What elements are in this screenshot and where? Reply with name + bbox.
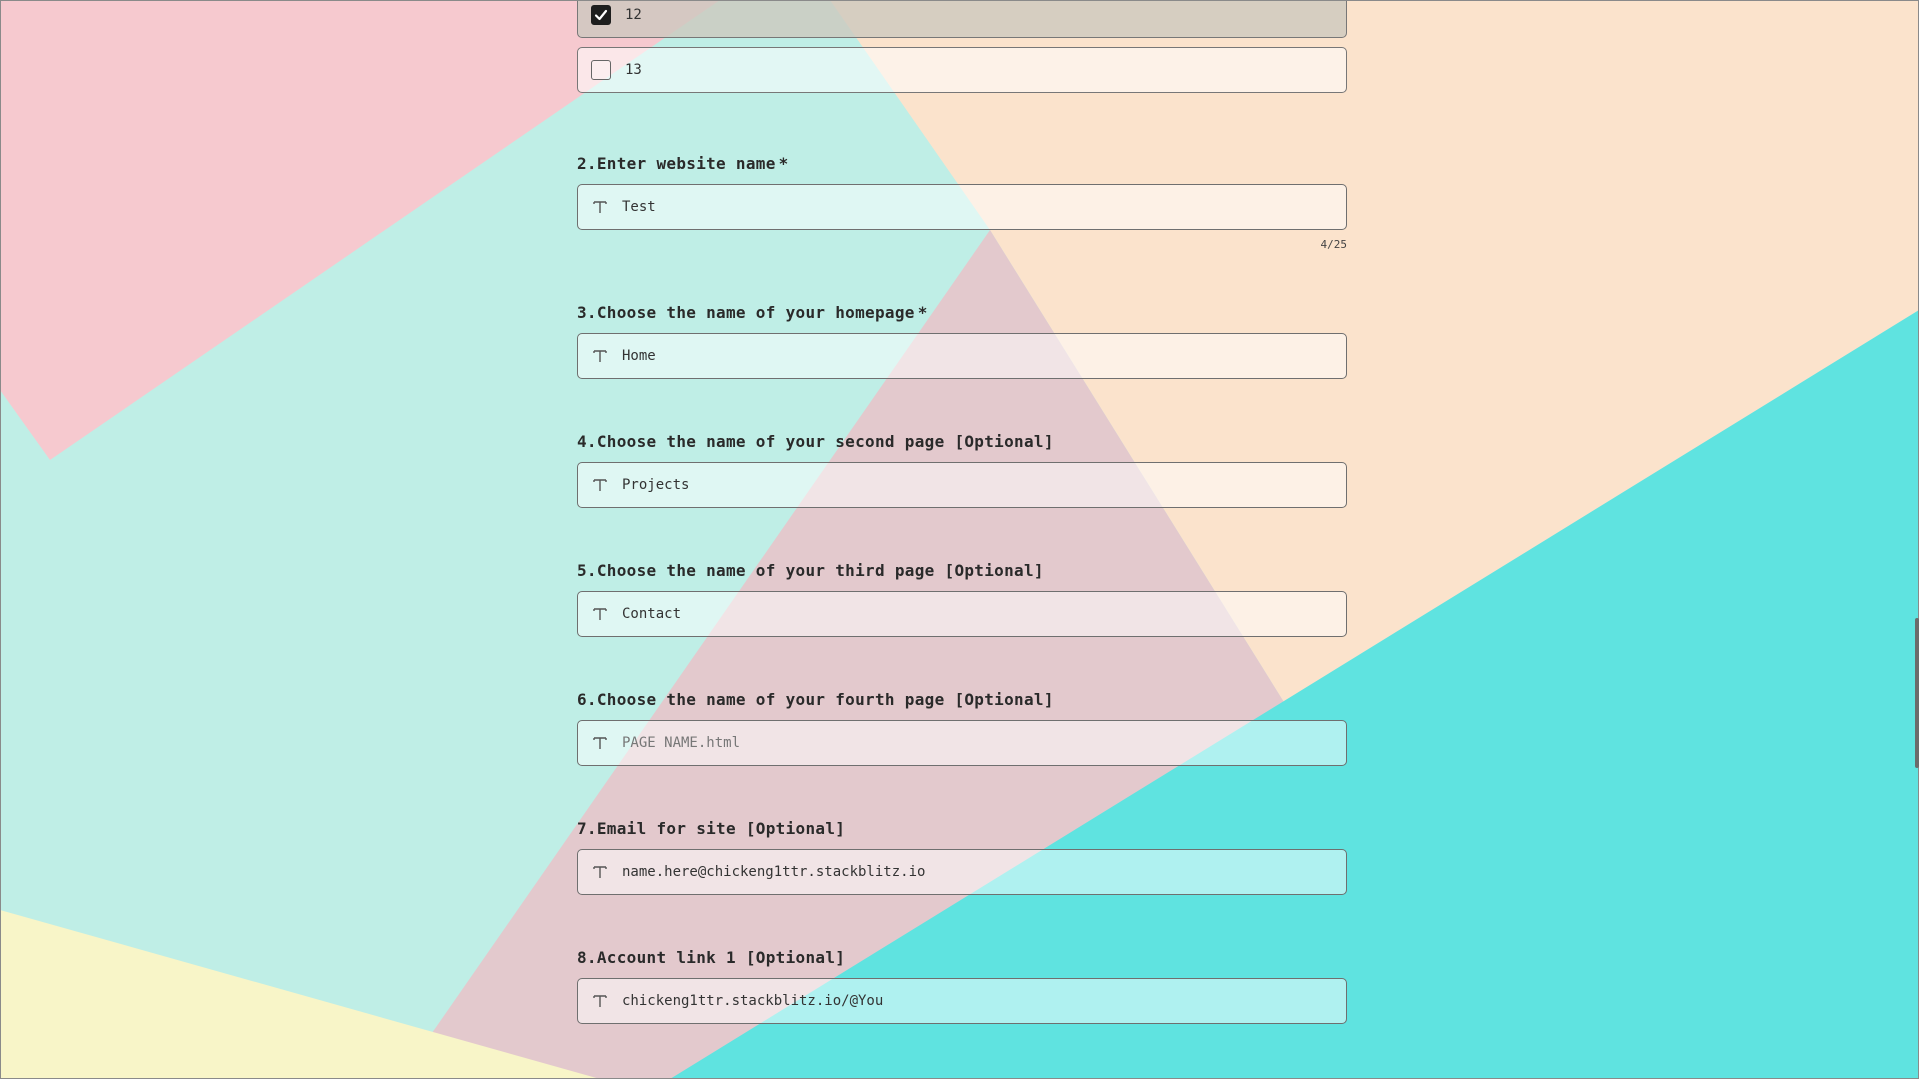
choice-option-13[interactable]: 13: [577, 47, 1347, 93]
choice-option-12[interactable]: 12: [577, 0, 1347, 38]
third-page-name-input[interactable]: Contact: [577, 591, 1347, 637]
text-type-icon: [593, 479, 607, 491]
account-link-input[interactable]: chickeng1ttr.stackblitz.io/@You: [577, 978, 1347, 1024]
site-email-input[interactable]: name.here@chickeng1ttr.stackblitz.io: [577, 849, 1347, 895]
website-name-input[interactable]: Test: [577, 184, 1347, 230]
question-text: 3.Choose the name of your homepage: [577, 303, 915, 322]
choice-label: 12: [625, 7, 642, 23]
field-value: Test: [622, 199, 656, 215]
question-text: 7.Email for site [Optional]: [577, 819, 846, 838]
checkbox-unchecked[interactable]: [591, 60, 611, 80]
homepage-name-input[interactable]: Home: [577, 333, 1347, 379]
text-type-icon: [593, 201, 607, 213]
character-counter: 4/25: [1320, 238, 1348, 251]
question-text: 8.Account link 1 [Optional]: [577, 948, 846, 967]
text-type-icon: [593, 995, 607, 1007]
fourth-page-name-input[interactable]: PAGE NAME.html: [577, 720, 1347, 766]
question-website-name-label: 2.Enter website name *: [577, 154, 789, 173]
checkmark-icon: [594, 9, 608, 21]
field-value: chickeng1ttr.stackblitz.io/@You: [622, 993, 884, 1009]
checkbox-checked[interactable]: [591, 5, 611, 25]
question-fourth-page-label: 6.Choose the name of your fourth page [O…: [577, 690, 1054, 709]
text-type-icon: [593, 737, 607, 749]
field-value: Home: [622, 348, 656, 364]
question-text: 4.Choose the name of your second page [O…: [577, 432, 1054, 451]
question-second-page-label: 4.Choose the name of your second page [O…: [577, 432, 1054, 451]
text-type-icon: [593, 350, 607, 362]
question-email-label: 7.Email for site [Optional]: [577, 819, 845, 838]
question-text: 6.Choose the name of your fourth page [O…: [577, 690, 1054, 709]
required-asterisk: *: [778, 154, 789, 173]
scrollbar-thumb[interactable]: [1915, 618, 1919, 768]
text-type-icon: [593, 608, 607, 620]
question-third-page-label: 5.Choose the name of your third page [Op…: [577, 561, 1044, 580]
required-asterisk: *: [917, 303, 928, 322]
paper-background: [0, 0, 1919, 1079]
field-value: Contact: [622, 606, 682, 622]
choice-label: 13: [625, 62, 642, 78]
question-homepage-name-label: 3.Choose the name of your homepage *: [577, 303, 928, 322]
question-account-link-label: 8.Account link 1 [Optional]: [577, 948, 845, 967]
field-value: name.here@chickeng1ttr.stackblitz.io: [622, 864, 926, 880]
second-page-name-input[interactable]: Projects: [577, 462, 1347, 508]
text-type-icon: [593, 866, 607, 878]
question-text: 5.Choose the name of your third page [Op…: [577, 561, 1044, 580]
question-text: 2.Enter website name: [577, 154, 776, 173]
field-placeholder: PAGE NAME.html: [622, 735, 741, 751]
field-value: Projects: [622, 477, 690, 493]
